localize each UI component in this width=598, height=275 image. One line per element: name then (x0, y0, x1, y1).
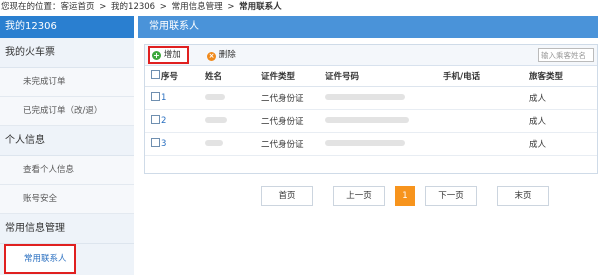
breadcrumb: 您现在的位置：客运首页 > 我的12306 > 常用信息管理 > 常用联系人 (0, 0, 598, 14)
row-checkbox-cell (145, 86, 161, 110)
row-id-number (325, 86, 443, 110)
select-all-checkbox[interactable] (151, 70, 160, 80)
sidebar-item-finished-orders[interactable]: 已完成订单（改/退） (0, 97, 134, 126)
header-passenger-type: 旅客类型 (529, 66, 597, 87)
sidebar-item-contacts[interactable]: 常用联系人 (4, 244, 76, 274)
row-id-type: 二代身份证 (261, 109, 325, 133)
contacts-panel: + 增加 × 删除 序号 姓名 证件类型 证件号码 手机/电话 (144, 44, 598, 174)
row-checkbox[interactable] (151, 138, 160, 147)
select-all-cell (145, 66, 161, 87)
row-passenger-type: 成人 (529, 109, 597, 133)
breadcrumb-prefix[interactable]: 您现在的位置：客运首页 (1, 2, 95, 12)
add-label: 增加 (163, 50, 181, 60)
row-index: 1 (161, 86, 205, 110)
breadcrumb-current: 常用联系人 (239, 2, 282, 12)
header-name: 姓名 (205, 66, 261, 87)
pager-prev-button[interactable]: 上一页 (333, 186, 385, 206)
breadcrumb-sep: > (99, 2, 107, 12)
pager-next-button[interactable]: 下一页 (425, 186, 477, 206)
header-phone: 手机/电话 (443, 66, 529, 87)
row-phone (443, 86, 529, 110)
delete-contact-button[interactable]: × 删除 (207, 48, 236, 62)
redacted-name (205, 140, 223, 146)
redacted-id-number (325, 140, 405, 146)
pager-last-button[interactable]: 末页 (497, 186, 549, 206)
row-checkbox[interactable] (151, 92, 160, 101)
delete-icon: × (207, 52, 216, 61)
row-checkbox[interactable] (151, 115, 160, 124)
search-input[interactable] (538, 48, 594, 62)
sidebar-title[interactable]: 我的12306 (0, 16, 134, 38)
header-id-type: 证件类型 (261, 66, 325, 87)
redacted-name (205, 117, 227, 123)
sidebar-section-personal-info: 个人信息 (0, 126, 134, 156)
row-name (205, 86, 261, 110)
sidebar: 我的12306 我的火车票 未完成订单 已完成订单（改/退） 个人信息 查看个人… (0, 16, 134, 275)
sidebar-item-unfinished-orders[interactable]: 未完成订单 (0, 68, 134, 97)
breadcrumb-my12306[interactable]: 我的12306 (111, 2, 155, 12)
table-row[interactable]: 3 二代身份证 成人 (145, 132, 597, 156)
row-id-number (325, 109, 443, 133)
row-name (205, 109, 261, 133)
sidebar-item-account-security[interactable]: 账号安全 (0, 185, 134, 214)
delete-label: 删除 (218, 50, 236, 60)
breadcrumb-sep: > (227, 2, 235, 12)
breadcrumb-info-management[interactable]: 常用信息管理 (172, 2, 223, 12)
row-index: 3 (161, 132, 205, 156)
row-phone (443, 109, 529, 133)
row-id-type: 二代身份证 (261, 132, 325, 156)
pager-gap (415, 186, 425, 206)
pager-gap (313, 186, 333, 206)
row-id-number (325, 132, 443, 156)
sidebar-section-tickets: 我的火车票 (0, 38, 134, 68)
redacted-name (205, 94, 225, 100)
header-id-number: 证件号码 (325, 66, 443, 87)
page-title: 常用联系人 (138, 16, 598, 38)
sidebar-section-info-management: 常用信息管理 (0, 214, 134, 244)
contacts-table: 序号 姓名 证件类型 证件号码 手机/电话 旅客类型 1 二代身份证 成人 2 … (145, 66, 597, 156)
table-row[interactable]: 2 二代身份证 成人 (145, 109, 597, 133)
table-row[interactable]: 1 二代身份证 成人 (145, 86, 597, 110)
pager-gap (385, 186, 395, 206)
row-checkbox-cell (145, 109, 161, 133)
plus-icon: + (152, 51, 161, 60)
redacted-id-number (325, 94, 405, 100)
pager-page-button[interactable]: 1 (395, 186, 415, 206)
pager-first-button[interactable]: 首页 (261, 186, 313, 206)
pagination: 首页 上一页 1 下一页 末页 (261, 186, 549, 206)
add-contact-button[interactable]: + 增加 (148, 46, 189, 64)
pager-gap (477, 186, 497, 206)
row-index: 2 (161, 109, 205, 133)
row-passenger-type: 成人 (529, 86, 597, 110)
row-checkbox-cell (145, 132, 161, 156)
row-phone (443, 132, 529, 156)
row-passenger-type: 成人 (529, 132, 597, 156)
sidebar-item-view-personal-info[interactable]: 查看个人信息 (0, 156, 134, 185)
main-content: 常用联系人 + 增加 × 删除 序号 姓名 证件类型 (138, 16, 598, 275)
redacted-id-number (325, 117, 409, 123)
header-index: 序号 (161, 66, 205, 87)
breadcrumb-sep: > (159, 2, 167, 12)
row-name (205, 132, 261, 156)
toolbar: + 增加 × 删除 (145, 45, 597, 66)
table-header-row: 序号 姓名 证件类型 证件号码 手机/电话 旅客类型 (145, 66, 597, 87)
row-id-type: 二代身份证 (261, 86, 325, 110)
